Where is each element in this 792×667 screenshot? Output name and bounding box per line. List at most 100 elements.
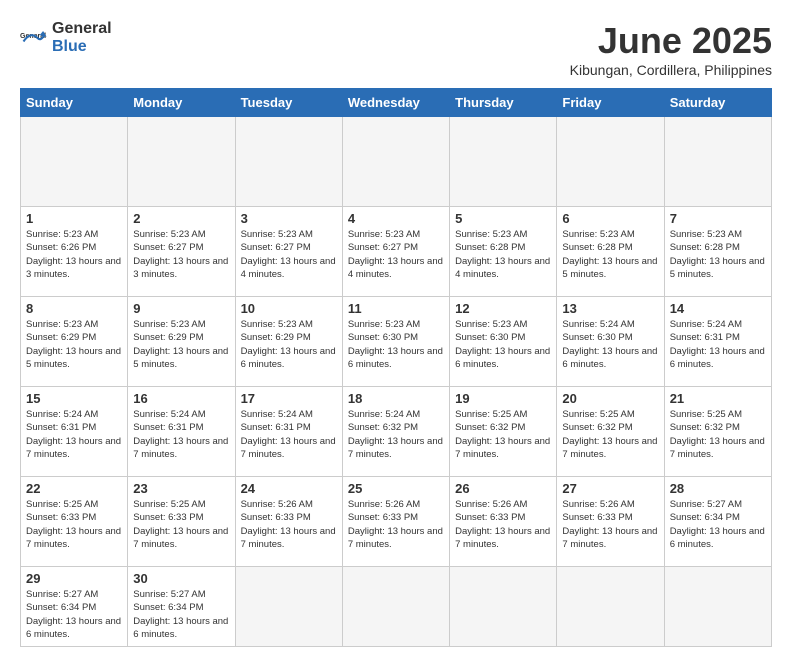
calendar-cell: 27Sunrise: 5:26 AMSunset: 6:33 PMDayligh… (557, 477, 664, 567)
calendar-header-row: SundayMondayTuesdayWednesdayThursdayFrid… (21, 89, 772, 117)
day-info: Sunrise: 5:24 AMSunset: 6:31 PMDaylight:… (241, 408, 337, 461)
calendar-cell: 19Sunrise: 5:25 AMSunset: 6:32 PMDayligh… (450, 387, 557, 477)
calendar-cell: 5 Sunrise: 5:23 AMSunset: 6:28 PMDaylight… (450, 207, 557, 297)
day-info: Sunrise: 5:24 AMSunset: 6:32 PMDaylight:… (348, 408, 444, 461)
calendar-cell (235, 567, 342, 647)
day-number: 10 (241, 301, 337, 316)
calendar-cell (450, 117, 557, 207)
calendar-cell (235, 117, 342, 207)
calendar-cell: 14 Sunrise: 5:24 AMSunset: 6:31 PMDayligh… (664, 297, 771, 387)
day-info: Sunrise: 5:26 AMSunset: 6:33 PMDaylight:… (241, 498, 337, 551)
day-number: 2 (133, 211, 229, 226)
calendar-cell: 23Sunrise: 5:25 AMSunset: 6:33 PMDayligh… (128, 477, 235, 567)
day-number: 4 (348, 211, 444, 226)
day-info: Sunrise: 5:25 AMSunset: 6:32 PMDaylight:… (455, 408, 551, 461)
calendar-cell: 13 Sunrise: 5:24 AMSunset: 6:30 PMDayligh… (557, 297, 664, 387)
day-number: 1 (26, 211, 122, 226)
header: General General Blue June 2025 Kibungan,… (20, 20, 772, 78)
day-info: Sunrise: 5:23 AMSunset: 6:28 PMDaylight:… (562, 228, 658, 281)
calendar-cell: 15 Sunrise: 5:24 AMSunset: 6:31 PMDayligh… (21, 387, 128, 477)
calendar-cell: 24 Sunrise: 5:26 AMSunset: 6:33 PMDayligh… (235, 477, 342, 567)
logo-text: General Blue (52, 20, 112, 56)
calendar-cell: 17Sunrise: 5:24 AMSunset: 6:31 PMDayligh… (235, 387, 342, 477)
calendar-cell: 28 Sunrise: 5:27 AMSunset: 6:34 PMDayligh… (664, 477, 771, 567)
calendar-cell: 9Sunrise: 5:23 AMSunset: 6:29 PMDaylight… (128, 297, 235, 387)
day-number: 24 (241, 481, 337, 496)
day-number: 15 (26, 391, 122, 406)
day-info: Sunrise: 5:25 AMSunset: 6:33 PMDaylight:… (26, 498, 122, 551)
day-info: Sunrise: 5:24 AMSunset: 6:31 PMDaylight:… (670, 318, 766, 371)
day-info: Sunrise: 5:24 AMSunset: 6:31 PMDaylight:… (26, 408, 122, 461)
day-info: Sunrise: 5:23 AMSunset: 6:27 PMDaylight:… (348, 228, 444, 281)
day-number: 12 (455, 301, 551, 316)
calendar-header-tuesday: Tuesday (235, 89, 342, 117)
calendar-cell: 6 Sunrise: 5:23 AMSunset: 6:28 PMDaylight… (557, 207, 664, 297)
day-number: 18 (348, 391, 444, 406)
day-number: 29 (26, 571, 122, 586)
calendar-cell: 29 Sunrise: 5:27 AMSunset: 6:34 PMDayligh… (21, 567, 128, 647)
calendar-header-sunday: Sunday (21, 89, 128, 117)
day-number: 14 (670, 301, 766, 316)
calendar-cell: 11 Sunrise: 5:23 AMSunset: 6:30 PMDayligh… (342, 297, 449, 387)
calendar-cell: 20Sunrise: 5:25 AMSunset: 6:32 PMDayligh… (557, 387, 664, 477)
day-info: Sunrise: 5:26 AMSunset: 6:33 PMDaylight:… (562, 498, 658, 551)
day-info: Sunrise: 5:23 AMSunset: 6:29 PMDaylight:… (26, 318, 122, 371)
calendar-cell: 7 Sunrise: 5:23 AMSunset: 6:28 PMDaylight… (664, 207, 771, 297)
calendar-cell: 2Sunrise: 5:23 AMSunset: 6:27 PMDaylight… (128, 207, 235, 297)
day-number: 6 (562, 211, 658, 226)
logo-blue: Blue (52, 38, 87, 55)
calendar-cell (664, 117, 771, 207)
calendar-week-5: 29 Sunrise: 5:27 AMSunset: 6:34 PMDayligh… (21, 567, 772, 647)
day-info: Sunrise: 5:23 AMSunset: 6:28 PMDaylight:… (670, 228, 766, 281)
day-info: Sunrise: 5:25 AMSunset: 6:32 PMDaylight:… (562, 408, 658, 461)
day-number: 22 (26, 481, 122, 496)
calendar-cell: 26 Sunrise: 5:26 AMSunset: 6:33 PMDayligh… (450, 477, 557, 567)
day-number: 25 (348, 481, 444, 496)
day-info: Sunrise: 5:27 AMSunset: 6:34 PMDaylight:… (670, 498, 766, 551)
calendar-cell (342, 117, 449, 207)
day-number: 5 (455, 211, 551, 226)
calendar-cell: 4 Sunrise: 5:23 AMSunset: 6:27 PMDaylight… (342, 207, 449, 297)
day-number: 30 (133, 571, 229, 586)
day-info: Sunrise: 5:23 AMSunset: 6:30 PMDaylight:… (348, 318, 444, 371)
calendar-week-3: 15 Sunrise: 5:24 AMSunset: 6:31 PMDayligh… (21, 387, 772, 477)
day-number: 11 (348, 301, 444, 316)
calendar-cell: 10Sunrise: 5:23 AMSunset: 6:29 PMDayligh… (235, 297, 342, 387)
calendar-cell: 25Sunrise: 5:26 AMSunset: 6:33 PMDayligh… (342, 477, 449, 567)
calendar-cell (557, 117, 664, 207)
calendar-cell: 16Sunrise: 5:24 AMSunset: 6:31 PMDayligh… (128, 387, 235, 477)
day-info: Sunrise: 5:24 AMSunset: 6:31 PMDaylight:… (133, 408, 229, 461)
day-info: Sunrise: 5:23 AMSunset: 6:28 PMDaylight:… (455, 228, 551, 281)
calendar-header-thursday: Thursday (450, 89, 557, 117)
calendar-cell (664, 567, 771, 647)
day-info: Sunrise: 5:24 AMSunset: 6:30 PMDaylight:… (562, 318, 658, 371)
day-number: 8 (26, 301, 122, 316)
day-number: 3 (241, 211, 337, 226)
day-info: Sunrise: 5:26 AMSunset: 6:33 PMDaylight:… (455, 498, 551, 551)
location-title: Kibungan, Cordillera, Philippines (570, 62, 772, 78)
day-info: Sunrise: 5:23 AMSunset: 6:29 PMDaylight:… (133, 318, 229, 371)
calendar-header-friday: Friday (557, 89, 664, 117)
day-number: 13 (562, 301, 658, 316)
calendar-cell (342, 567, 449, 647)
calendar-cell: 3 Sunrise: 5:23 AMSunset: 6:27 PMDaylight… (235, 207, 342, 297)
calendar-cell (450, 567, 557, 647)
calendar-cell: 12Sunrise: 5:23 AMSunset: 6:30 PMDayligh… (450, 297, 557, 387)
day-number: 26 (455, 481, 551, 496)
calendar-cell: 8 Sunrise: 5:23 AMSunset: 6:29 PMDaylight… (21, 297, 128, 387)
day-info: Sunrise: 5:27 AMSunset: 6:34 PMDaylight:… (26, 588, 122, 641)
calendar-header-wednesday: Wednesday (342, 89, 449, 117)
calendar-cell: 30 Sunrise: 5:27 AMSunset: 6:34 PMDayligh… (128, 567, 235, 647)
calendar-week-0 (21, 117, 772, 207)
day-info: Sunrise: 5:27 AMSunset: 6:34 PMDaylight:… (133, 588, 229, 641)
month-title: June 2025 (570, 20, 772, 62)
calendar-cell (21, 117, 128, 207)
day-number: 7 (670, 211, 766, 226)
calendar-week-1: 1Sunrise: 5:23 AMSunset: 6:26 PMDaylight… (21, 207, 772, 297)
calendar-cell (128, 117, 235, 207)
day-info: Sunrise: 5:23 AMSunset: 6:27 PMDaylight:… (241, 228, 337, 281)
logo-general: General (52, 20, 112, 37)
calendar-header-monday: Monday (128, 89, 235, 117)
day-number: 28 (670, 481, 766, 496)
calendar-week-4: 22 Sunrise: 5:25 AMSunset: 6:33 PMDayligh… (21, 477, 772, 567)
